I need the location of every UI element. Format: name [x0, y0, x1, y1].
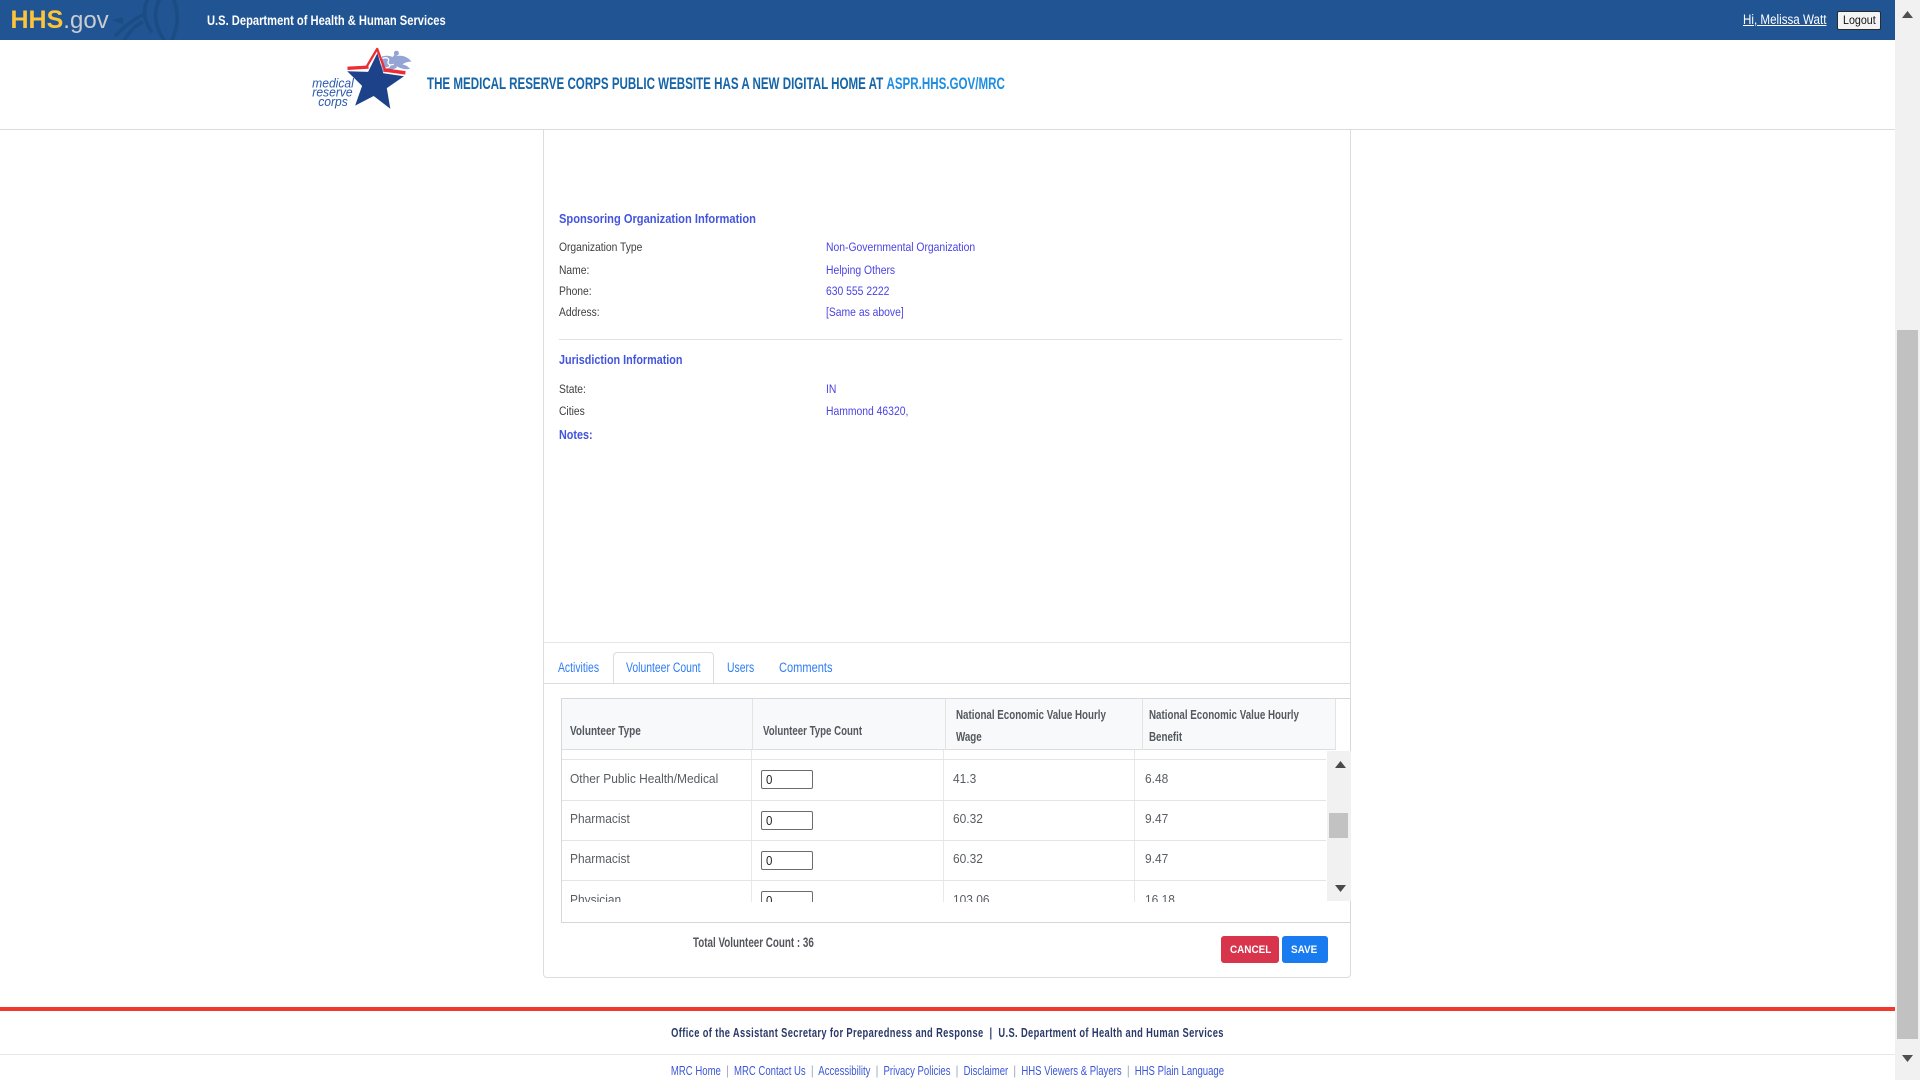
- svg-text:corps: corps: [318, 95, 348, 109]
